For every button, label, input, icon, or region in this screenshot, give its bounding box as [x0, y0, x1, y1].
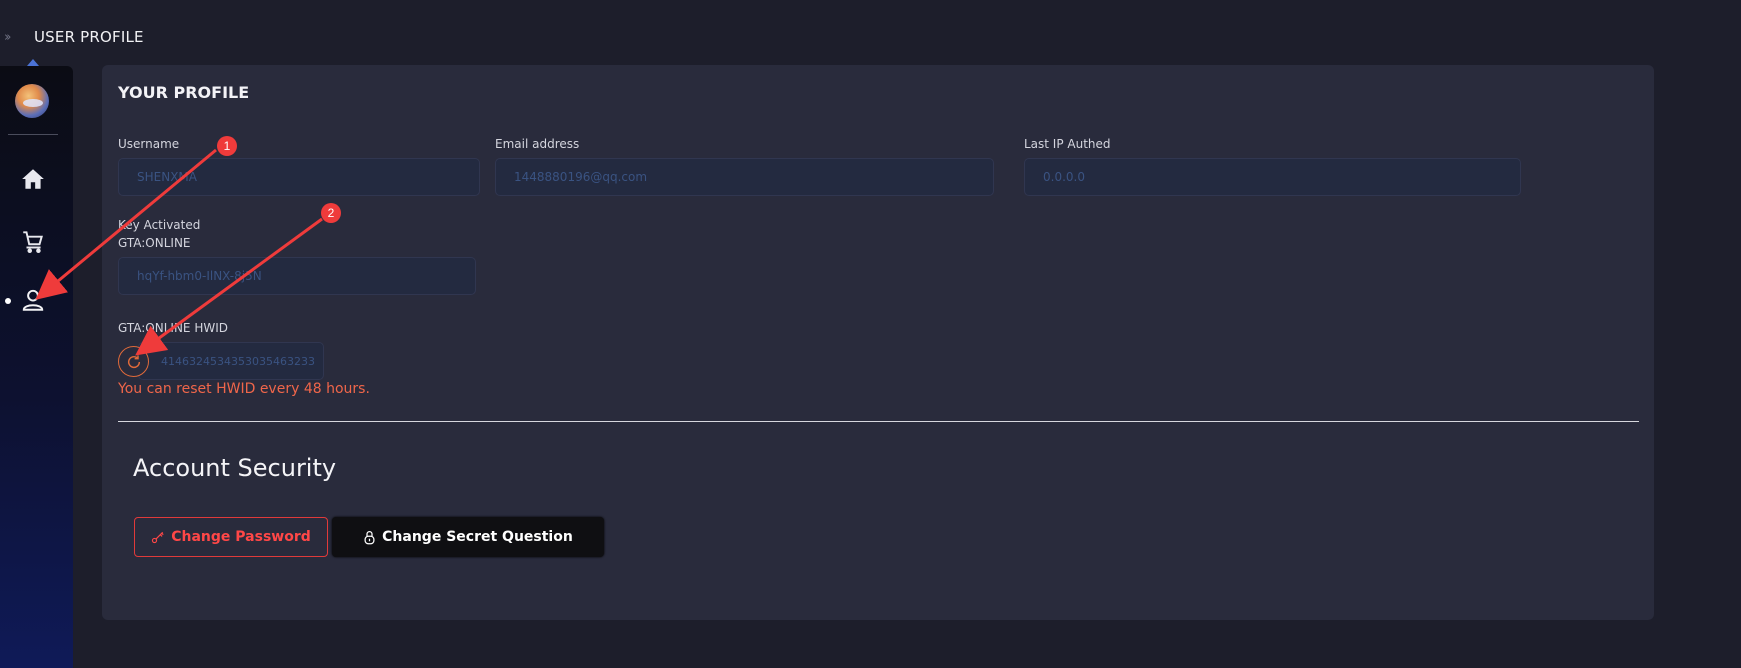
- reset-hwid-button[interactable]: [118, 346, 149, 377]
- reset-hwid-note: You can reset HWID every 48 hours.: [118, 381, 370, 397]
- last-ip-field[interactable]: 0.0.0.0: [1024, 158, 1521, 196]
- change-password-button[interactable]: Change Password: [134, 517, 328, 557]
- sidebar-pointer: [27, 59, 39, 66]
- hwid-label: GTA:ONLINE HWID: [118, 321, 228, 335]
- refresh-icon: [127, 354, 140, 368]
- sidebar-item-shop[interactable]: [20, 228, 46, 254]
- app-logo[interactable]: [15, 84, 49, 118]
- double-chevron-right-icon[interactable]: ››: [4, 30, 12, 45]
- key-icon: [152, 531, 164, 544]
- key-field[interactable]: hqYf-hbm0-IlNX-8j5N: [118, 257, 476, 295]
- top-bar: ›› USER PROFILE: [0, 22, 1741, 52]
- username-label: Username: [118, 137, 180, 151]
- hwid-group: 4146324534353035463233: [118, 342, 324, 380]
- page-title: USER PROFILE: [34, 28, 144, 46]
- annotation-badge-2: 2: [321, 203, 341, 223]
- profile-card: YOUR PROFILE Username SHENXMA Email addr…: [102, 65, 1654, 620]
- change-secret-question-button[interactable]: Change Secret Question: [332, 517, 604, 557]
- cart-icon: [23, 231, 43, 254]
- sidebar: [0, 59, 73, 668]
- sidebar-item-profile[interactable]: [20, 287, 46, 313]
- email-field[interactable]: 1448880196@qq.com: [495, 158, 994, 196]
- sidebar-item-home[interactable]: [20, 166, 46, 192]
- change-secret-question-label: Change Secret Question: [382, 529, 573, 545]
- profile-title: YOUR PROFILE: [118, 83, 250, 102]
- annotation-badge-1: 1: [217, 136, 237, 156]
- sidebar-divider: [8, 134, 58, 135]
- key-game-label: GTA:ONLINE: [118, 236, 191, 250]
- account-security-title: Account Security: [133, 454, 337, 482]
- key-activated-label: Key Activated: [118, 218, 201, 232]
- email-label: Email address: [495, 137, 580, 151]
- last-ip-label: Last IP Authed: [1024, 137, 1111, 151]
- section-divider: [118, 421, 1639, 422]
- user-icon: [22, 289, 44, 311]
- username-field[interactable]: SHENXMA: [118, 158, 480, 196]
- lock-icon: [364, 530, 375, 544]
- active-indicator: [5, 298, 11, 304]
- home-icon: [22, 169, 44, 189]
- hwid-field[interactable]: 4146324534353035463233: [138, 342, 324, 380]
- change-password-label: Change Password: [171, 529, 311, 545]
